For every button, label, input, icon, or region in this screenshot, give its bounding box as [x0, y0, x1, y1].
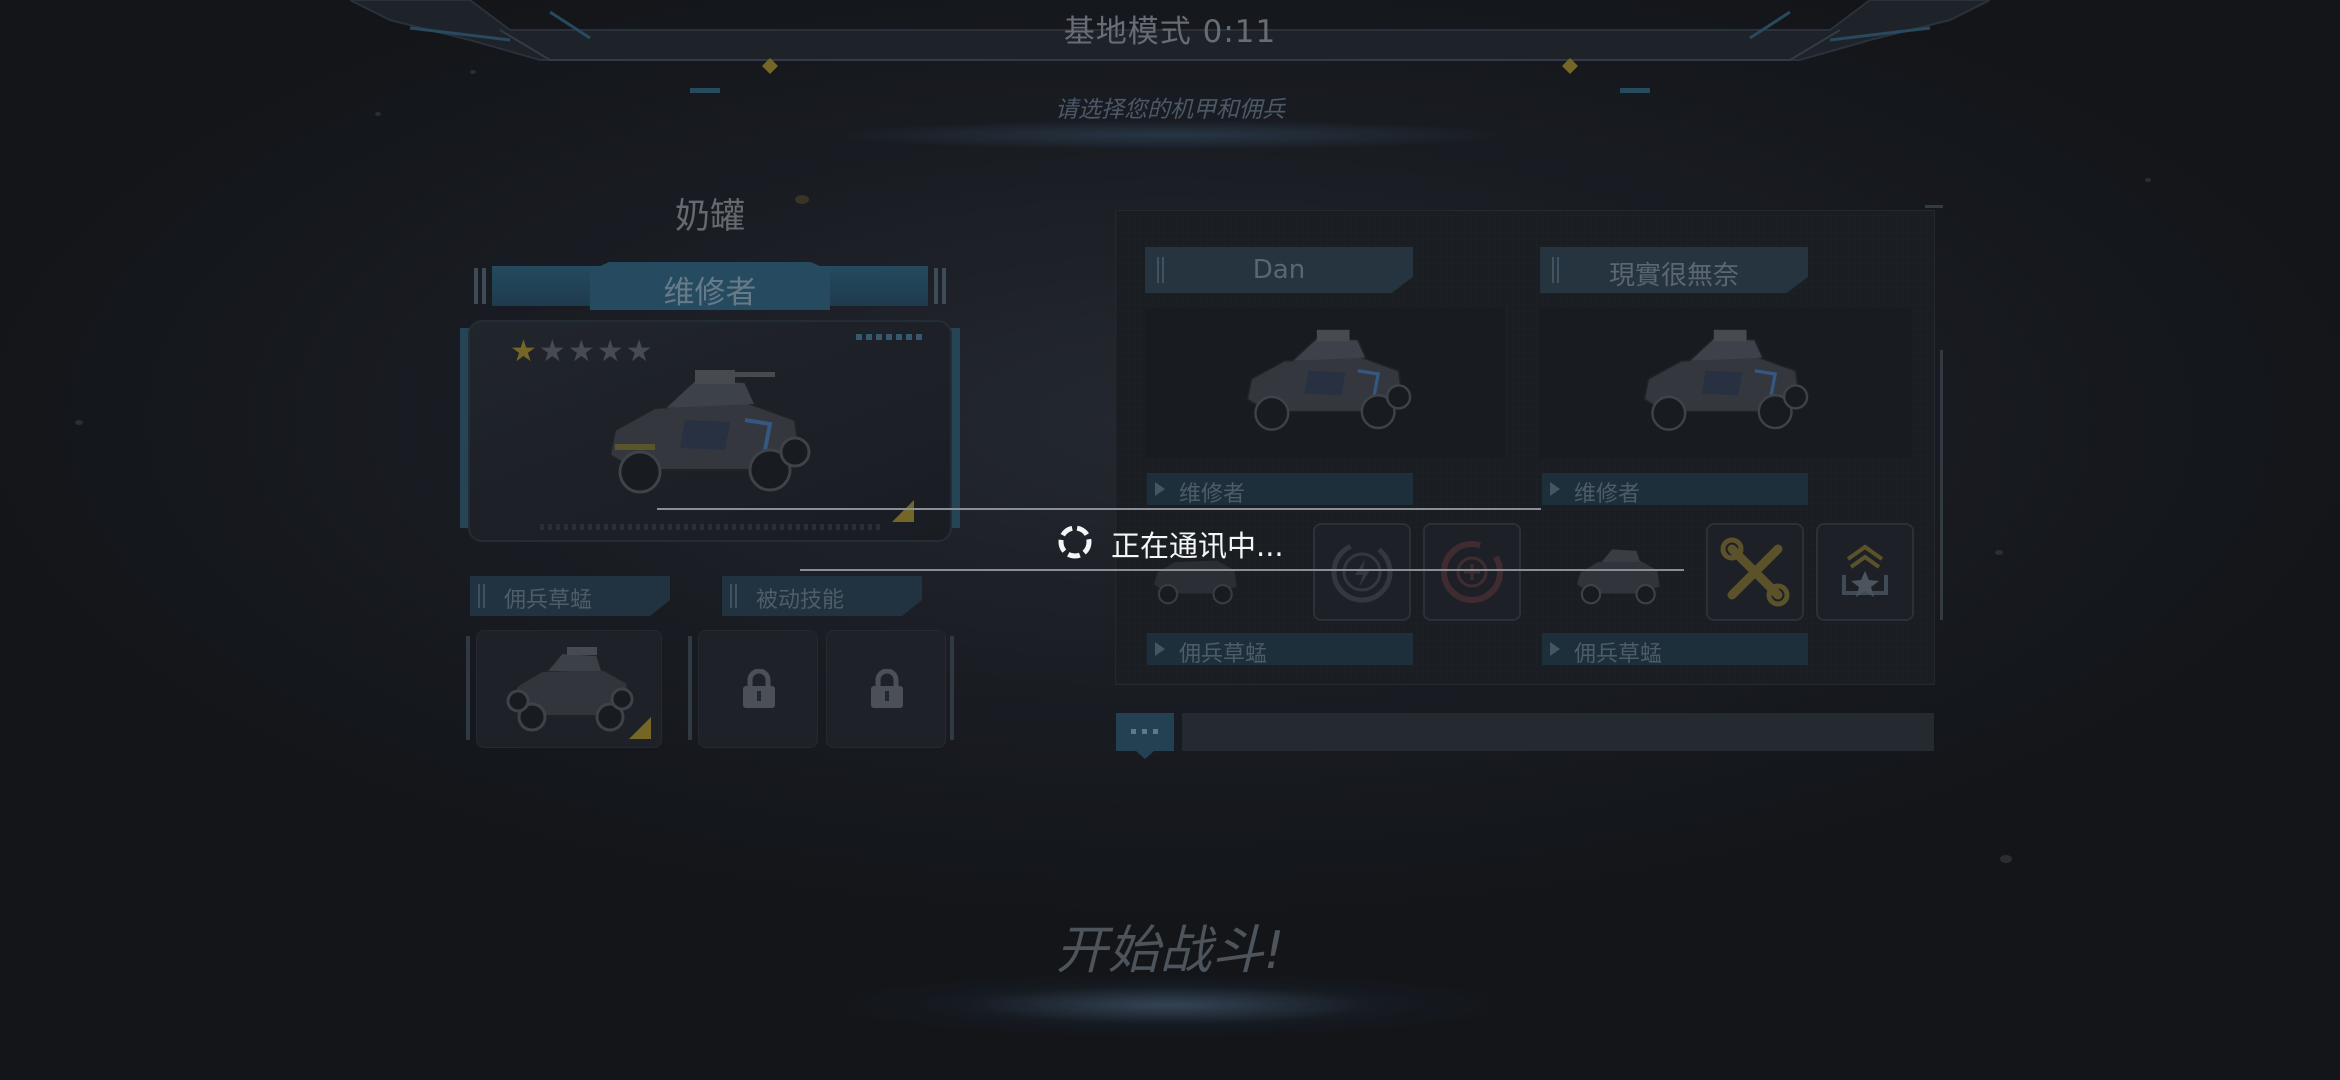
loading-divider-bottom	[800, 569, 1684, 571]
game-screen: 基地模式 0:11 请选择您的机甲和佣兵 奶罐 维修者 ★★★★★ 佣兵草蜢 被…	[0, 0, 2340, 1080]
loading-spinner-icon	[1058, 525, 1092, 559]
loading-divider-top	[657, 508, 1541, 510]
loading-text: 正在通讯中...	[1111, 529, 1284, 563]
loading-indicator: 正在通讯中...	[1055, 520, 1375, 564]
